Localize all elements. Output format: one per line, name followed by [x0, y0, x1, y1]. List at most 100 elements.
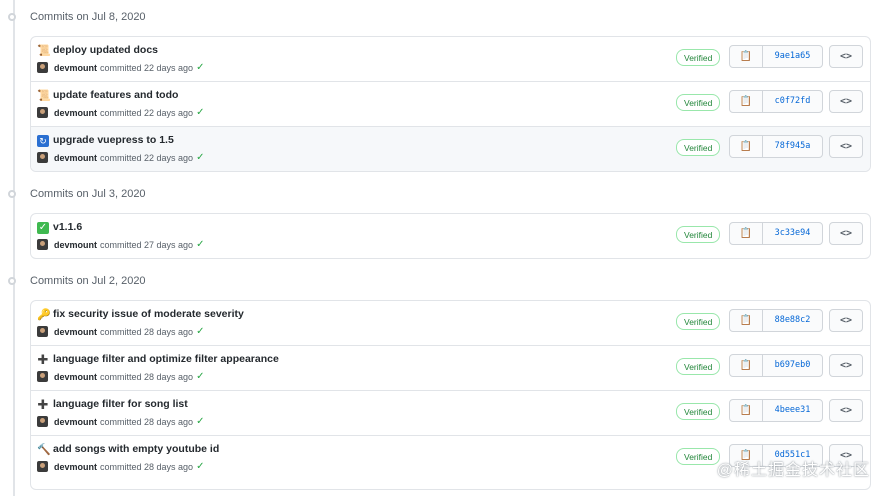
verified-badge[interactable]: Verified	[676, 139, 721, 156]
commit-sha-link[interactable]: 88e88c2	[762, 309, 823, 332]
commit-author-link[interactable]: devmount	[54, 417, 97, 427]
check-icon: ✓	[196, 461, 205, 472]
commit-author-link[interactable]: devmount	[54, 240, 97, 250]
scroll-icon: 📜	[37, 45, 51, 57]
scroll-icon: 📜	[37, 90, 51, 102]
copy-sha-button[interactable]: 📋	[729, 90, 763, 113]
browse-repo-button[interactable]: <>	[829, 135, 863, 158]
commit-row: ↻ upgrade vuepress to 1.5 devmount commit…	[31, 126, 870, 171]
verified-badge[interactable]: Verified	[676, 403, 721, 420]
commit-list: 📜 deploy updated docs devmount committed …	[30, 36, 871, 172]
copy-sha-button[interactable]: 📋	[729, 222, 763, 245]
commit-author-link[interactable]: devmount	[54, 108, 97, 118]
commit-message-link[interactable]: deploy updated docs	[53, 44, 158, 56]
verified-badge[interactable]: Verified	[676, 358, 721, 375]
verified-badge[interactable]: Verified	[676, 94, 721, 111]
commit-group-date: Commits on Jul 8, 2020	[30, 11, 146, 23]
key-icon: 🔑	[37, 309, 51, 321]
timeline-dot-icon	[8, 190, 16, 198]
update-icon: ↻	[37, 135, 49, 147]
timeline-dot-icon	[8, 13, 16, 21]
commit-time: committed 22 days ago	[100, 152, 194, 163]
commit-sha-link[interactable]: 4beee31	[762, 399, 823, 422]
commit-row: ✓ v1.1.6 devmount committed 27 days ago ✓ …	[31, 214, 870, 258]
commit-author-link[interactable]: devmount	[54, 372, 97, 382]
commit-time: committed 22 days ago	[100, 62, 194, 73]
check-icon: ✓	[196, 152, 205, 163]
avatar[interactable]	[37, 416, 48, 427]
avatar[interactable]	[37, 62, 48, 73]
commit-group-date: Commits on Jul 2, 2020	[30, 275, 146, 287]
commit-message-link[interactable]: add songs with empty youtube id	[53, 443, 219, 455]
check-icon: ✓	[196, 239, 205, 250]
verified-badge[interactable]: Verified	[676, 226, 721, 243]
browse-repo-button[interactable]: <>	[829, 45, 863, 68]
commit-sha-link[interactable]: c0f72fd	[762, 90, 823, 113]
commit-time: committed 22 days ago	[100, 107, 194, 118]
browse-repo-button[interactable]: <>	[829, 309, 863, 332]
check-box-icon: ✓	[37, 222, 49, 234]
verified-badge[interactable]: Verified	[676, 448, 721, 465]
commit-message-link[interactable]: upgrade vuepress to 1.5	[53, 134, 174, 146]
commit-message-link[interactable]: fix security issue of moderate severity	[53, 308, 244, 320]
commit-sha-link[interactable]: 78f945a	[762, 135, 823, 158]
avatar[interactable]	[37, 107, 48, 118]
commit-message-link[interactable]: language filter and optimize filter appe…	[53, 353, 279, 365]
clipboard-icon: 📋	[739, 96, 753, 107]
copy-sha-button[interactable]: 📋	[729, 354, 763, 377]
watermark: @稀土掘金技术社区	[716, 462, 870, 479]
commit-message-link[interactable]: update features and todo	[53, 89, 178, 101]
commit-row: ✚ language filter for song list devmount…	[31, 390, 870, 435]
timeline-dot-icon	[8, 277, 16, 285]
clipboard-icon: 📋	[739, 228, 753, 239]
commit-list: ✓ v1.1.6 devmount committed 27 days ago ✓ …	[30, 213, 871, 259]
avatar[interactable]	[37, 239, 48, 250]
check-icon: ✓	[196, 416, 205, 427]
commit-sha-link[interactable]: b697eb0	[762, 354, 823, 377]
avatar[interactable]	[37, 152, 48, 163]
commit-time: committed 28 days ago	[100, 461, 194, 472]
verified-badge[interactable]: Verified	[676, 313, 721, 330]
avatar[interactable]	[37, 326, 48, 337]
commit-author-link[interactable]: devmount	[54, 462, 97, 472]
commit-row: 📜 deploy updated docs devmount committed …	[31, 37, 870, 81]
commit-sha-link[interactable]: 3c33e94	[762, 222, 823, 245]
commit-message-link[interactable]: language filter for song list	[53, 398, 188, 410]
commit-time: committed 27 days ago	[100, 239, 194, 250]
commit-author-link[interactable]: devmount	[54, 153, 97, 163]
check-icon: ✓	[196, 107, 205, 118]
copy-sha-button[interactable]: 📋	[729, 309, 763, 332]
copy-sha-button[interactable]: 📋	[729, 399, 763, 422]
clipboard-icon: 📋	[739, 51, 753, 62]
avatar[interactable]	[37, 461, 48, 472]
clipboard-icon: 📋	[739, 315, 753, 326]
browse-repo-button[interactable]: <>	[829, 399, 863, 422]
check-icon: ✓	[196, 62, 205, 73]
hammer-icon: 🔨	[37, 444, 51, 456]
commit-row: ✚ language filter and optimize filter ap…	[31, 345, 870, 390]
commit-author-link[interactable]: devmount	[54, 63, 97, 73]
verified-badge[interactable]: Verified	[676, 49, 721, 66]
commit-time: committed 28 days ago	[100, 326, 194, 337]
commit-row: 📜 update features and todo devmount commi…	[31, 81, 870, 126]
timeline-line	[13, 0, 15, 496]
browse-repo-button[interactable]: <>	[829, 222, 863, 245]
check-icon: ✓	[196, 326, 205, 337]
plus-icon: ✚	[37, 352, 49, 367]
check-icon: ✓	[196, 371, 205, 382]
commit-message-link[interactable]: v1.1.6	[53, 221, 82, 233]
avatar[interactable]	[37, 371, 48, 382]
commit-time: committed 28 days ago	[100, 371, 194, 382]
commit-group-date: Commits on Jul 3, 2020	[30, 188, 146, 200]
copy-sha-button[interactable]: 📋	[729, 135, 763, 158]
browse-repo-button[interactable]: <>	[829, 90, 863, 113]
clipboard-icon: 📋	[739, 360, 753, 371]
clipboard-icon: 📋	[739, 141, 753, 152]
clipboard-icon: 📋	[739, 405, 753, 416]
commit-sha-link[interactable]: 9ae1a65	[762, 45, 823, 68]
commit-author-link[interactable]: devmount	[54, 327, 97, 337]
copy-sha-button[interactable]: 📋	[729, 45, 763, 68]
browse-repo-button[interactable]: <>	[829, 354, 863, 377]
commit-row: 🔑 fix security issue of moderate severit…	[31, 301, 870, 345]
plus-icon: ✚	[37, 397, 49, 412]
